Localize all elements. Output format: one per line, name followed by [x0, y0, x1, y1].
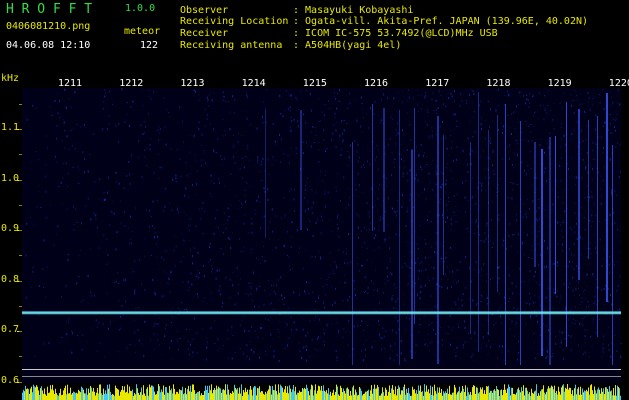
frequency-tick-label: 0.9 — [1, 223, 20, 234]
time-tick-label: 1215 — [302, 78, 327, 89]
frequency-minor-tick — [19, 255, 22, 256]
frequency-minor-tick — [19, 306, 22, 307]
frequency-tick-label: 0.8 — [1, 273, 20, 285]
time-tick-label: 1217 — [425, 78, 450, 89]
frequency-minor-tick — [19, 104, 22, 105]
file-name: 0406081210.png — [6, 21, 91, 32]
frequency-tick-label: 1.0 — [1, 172, 20, 184]
reference-line-lower — [22, 376, 621, 377]
frequency-tick-label: 0.6 — [1, 374, 20, 386]
time-tick-label: 1220 — [608, 78, 629, 89]
carrier-signal-core — [22, 312, 621, 314]
frequency-unit-label: kHz — [1, 73, 20, 84]
observer-value: : Masayuki Kobayashi — [293, 5, 414, 16]
app-version: 1.0.0 — [125, 3, 156, 14]
frequency-minor-tick — [19, 129, 22, 130]
spectrogram-waterfall — [17, 88, 622, 400]
time-tick-label: 1211 — [58, 78, 83, 89]
frequency-minor-tick — [19, 154, 22, 155]
frequency-minor-tick — [19, 180, 22, 181]
antenna-value: : A504HB(yagi 4el) — [293, 40, 402, 51]
time-tick-label: 1218 — [486, 78, 511, 89]
location-label: Receiving Location — [180, 16, 289, 27]
frequency-tick-label: 1.1 — [1, 122, 20, 133]
meteor-count: 122 — [140, 40, 159, 51]
frequency-minor-tick — [19, 281, 22, 282]
time-tick-label: 1213 — [180, 78, 205, 89]
frequency-minor-tick — [19, 382, 22, 383]
frequency-tick-label: 0.7 — [1, 324, 20, 335]
app-title: H R O F F T — [6, 2, 93, 17]
frequency-minor-tick — [19, 356, 22, 357]
time-tick-label: 1219 — [547, 78, 572, 89]
receiver-value: : ICOM IC-575 53.7492(@LCD)MHz USB — [293, 28, 498, 39]
counter-label: meteor — [124, 26, 161, 37]
antenna-label: Receiving antenna — [180, 40, 283, 51]
time-tick-label: 1216 — [364, 78, 389, 89]
signal-level-bars — [22, 384, 621, 400]
file-datetime: 04.06.08 12:10 — [6, 40, 91, 51]
frequency-minor-tick — [19, 230, 22, 231]
reference-line-upper — [22, 369, 621, 370]
time-tick-label: 1214 — [241, 78, 266, 89]
receiver-label: Receiver — [180, 28, 229, 39]
frequency-minor-tick — [19, 331, 22, 332]
frequency-minor-tick — [19, 205, 22, 206]
time-tick-label: 1212 — [119, 78, 144, 89]
observer-label: Observer — [180, 5, 229, 16]
location-value: : Ogata-vill. Akita-Pref. JAPAN (139.96E… — [293, 16, 589, 27]
